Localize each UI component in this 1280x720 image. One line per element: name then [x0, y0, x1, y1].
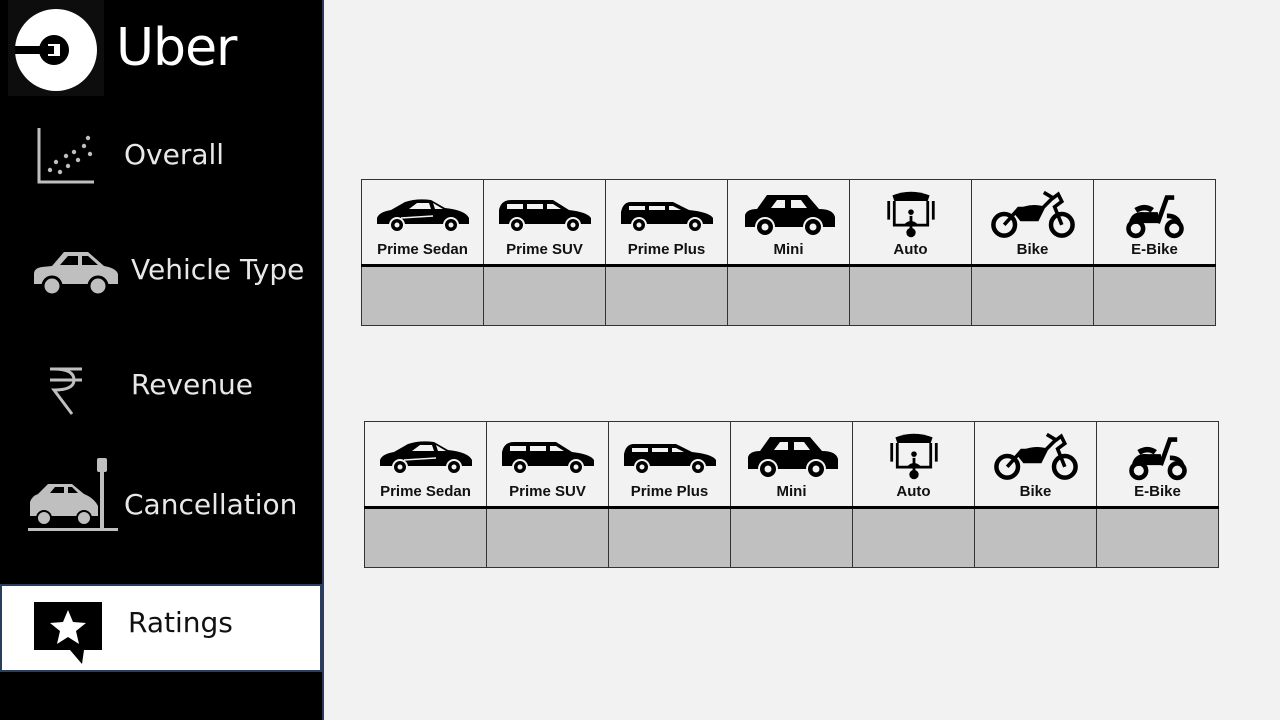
car-icon [34, 252, 118, 297]
vehicle-header-prime-plus: Prime Plus [608, 421, 731, 509]
vehicle-label: Bike [1016, 241, 1049, 258]
auto-rickshaw-icon [884, 430, 944, 482]
value-cell [364, 507, 487, 568]
motorbike-icon [988, 188, 1078, 240]
hatchback-icon [617, 188, 717, 240]
vehicle-header-mini: Mini [727, 179, 850, 267]
sidebar-item-label: Cancellation [124, 488, 298, 521]
sidebar-item-cancellation[interactable]: Cancellation [0, 452, 322, 536]
vehicle-label: Bike [1019, 483, 1052, 500]
vehicle-label: Prime SUV [506, 241, 583, 258]
sidebar: Uber Overall Vehicle Type Revenue Cancel… [0, 0, 324, 720]
value-cell [971, 265, 1094, 326]
sidebar-item-label: Overall [124, 138, 225, 171]
vehicle-label: E-Bike [1131, 241, 1178, 258]
vehicle-header-auto: Auto [849, 179, 972, 267]
value-cell [1096, 507, 1219, 568]
value-cell [605, 265, 728, 326]
vehicle-label: Prime SUV [509, 483, 586, 500]
value-cell [727, 265, 850, 326]
vehicle-label: Auto [893, 241, 928, 258]
vehicle-label: Prime Plus [627, 241, 706, 258]
mini-car-icon [742, 430, 842, 482]
vehicle-header-prime-suv: Prime SUV [486, 421, 609, 509]
scooter-icon [1126, 430, 1190, 482]
sedan-icon [373, 188, 473, 240]
sidebar-item-label: Vehicle Type [131, 253, 305, 286]
vehicle-label: Mini [773, 241, 804, 258]
vehicle-label: Prime Sedan [380, 483, 471, 500]
scooter-icon [1123, 188, 1187, 240]
sidebar-item-overall[interactable]: Overall [0, 120, 322, 200]
vehicle-header-prime-suv: Prime SUV [483, 179, 606, 267]
vehicle-header-mini: Mini [730, 421, 853, 509]
vehicle-label: Prime Sedan [377, 241, 468, 258]
vehicle-header-prime-sedan: Prime Sedan [361, 179, 484, 267]
value-cell [730, 507, 853, 568]
vehicle-header-auto: Auto [852, 421, 975, 509]
value-cell [852, 507, 975, 568]
vehicle-header-e-bike: E-Bike [1093, 179, 1216, 267]
vehicle-label: Mini [776, 483, 807, 500]
star-comment-icon [34, 602, 102, 664]
suv-icon [495, 188, 595, 240]
vehicle-label: Auto [896, 483, 931, 500]
sidebar-item-revenue[interactable]: Revenue [0, 360, 322, 420]
car-crash-icon [28, 458, 118, 531]
value-cell [483, 265, 606, 326]
value-cell [608, 507, 731, 568]
motorbike-icon [991, 430, 1081, 482]
brand-name: Uber [116, 18, 237, 78]
vehicle-header-prime-sedan: Prime Sedan [364, 421, 487, 509]
hatchback-icon [620, 430, 720, 482]
rupee-icon [50, 367, 82, 415]
vehicle-ratings-table-2: Prime Sedan Prime SUV Prime Plus Mini Au… [364, 421, 1219, 568]
uber-logo-icon [15, 9, 97, 91]
sedan-icon [376, 430, 476, 482]
suv-icon [498, 430, 598, 482]
vehicle-label: E-Bike [1134, 483, 1181, 500]
value-cell [1093, 265, 1216, 326]
vehicle-header-bike: Bike [974, 421, 1097, 509]
vehicle-header-bike: Bike [971, 179, 1094, 267]
value-cell [486, 507, 609, 568]
sidebar-item-ratings[interactable]: Ratings [0, 584, 322, 672]
value-cell [974, 507, 1097, 568]
vehicle-header-e-bike: E-Bike [1096, 421, 1219, 509]
scatter-chart-icon [37, 128, 94, 184]
vehicle-label: Prime Plus [630, 483, 709, 500]
sidebar-item-vehicle-type[interactable]: Vehicle Type [0, 240, 322, 310]
sidebar-item-label: Ratings [128, 606, 233, 639]
value-cell [849, 265, 972, 326]
vehicle-ratings-table-1: Prime Sedan Prime SUV Prime Plus Mini Au… [361, 179, 1216, 326]
sidebar-item-label: Revenue [131, 368, 253, 401]
vehicle-header-prime-plus: Prime Plus [605, 179, 728, 267]
mini-car-icon [739, 188, 839, 240]
auto-rickshaw-icon [881, 188, 941, 240]
value-cell [361, 265, 484, 326]
